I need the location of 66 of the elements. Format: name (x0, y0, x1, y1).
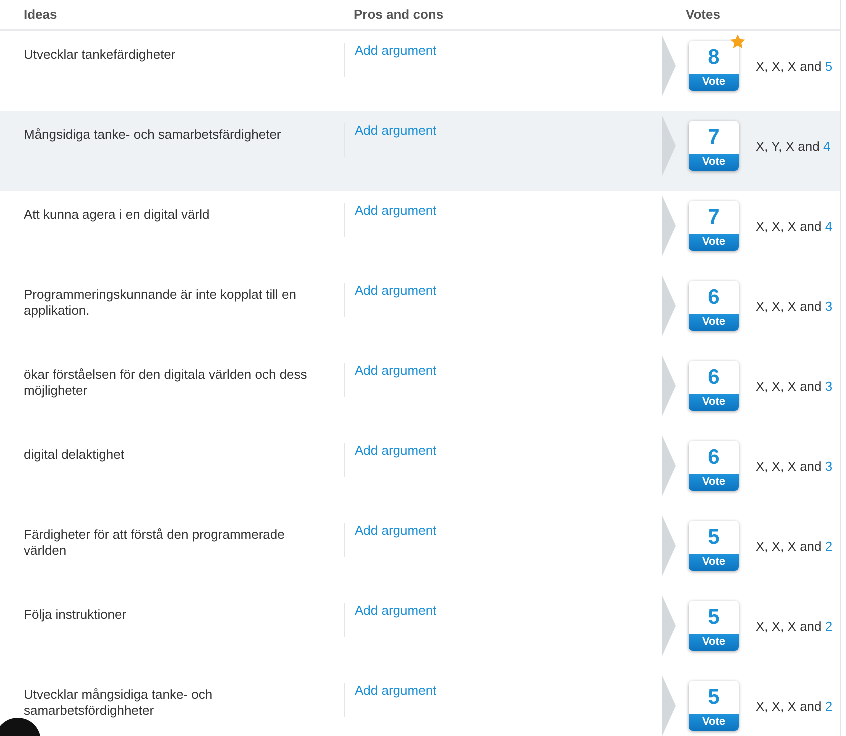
add-argument-link[interactable]: Add argument (355, 43, 437, 58)
idea-row[interactable]: digital delaktighet Add argument 6 Vote X, X, X and 3 (0, 431, 840, 511)
idea-text: Att kunna agera i en digital värld (24, 207, 210, 222)
idea-row[interactable]: Följa instruktioner Add argument 5 Vote X, X, X and 2 (0, 591, 840, 671)
add-argument-link[interactable]: Add argument (355, 283, 437, 298)
add-argument-link[interactable]: Add argument (355, 523, 437, 538)
idea-text: Programmeringskunnande är inte kopplat till en applikation. (24, 287, 296, 318)
chevron-icon (662, 195, 676, 257)
chevron-icon (662, 595, 676, 657)
more-voters-link[interactable]: 5 (825, 58, 833, 74)
idea-row[interactable]: Programmeringskunnande är inte kopplat till en applikation. Add argument 6 Vote X, X, X and 3 (0, 271, 840, 351)
voters-text: X, Y, X and (756, 138, 820, 154)
more-voters-link[interactable]: 2 (825, 618, 833, 634)
vote-button[interactable]: 5 Vote (689, 681, 739, 731)
idea-row[interactable]: Utvecklar mångsidiga tanke- och samarbetsfördighheter Add argument 5 Vote X, X, X and 2 (0, 671, 840, 736)
chevron-icon (662, 675, 676, 736)
add-argument-link[interactable]: Add argument (355, 683, 437, 698)
idea-text: Utvecklar mångsidiga tanke- och samarbetsfördighheter (24, 687, 213, 718)
idea-row[interactable]: Att kunna agera i en digital värld Add argument 7 Vote X, X, X and 4 (0, 191, 840, 271)
voters-text: X, X, X and (756, 458, 822, 474)
idea-row[interactable]: Utvecklar tankefärdigheter Add argument 8 Vote X, X, X and 5 (0, 31, 840, 111)
chevron-icon (662, 355, 676, 417)
voters-text: X, X, X and (756, 218, 822, 234)
idea-row[interactable]: Mångsidiga tanke- och samarbetsfärdigheter Add argument 7 Vote X, Y, X and 4 (0, 111, 840, 191)
more-voters-link[interactable]: 3 (825, 458, 833, 474)
chevron-icon (662, 115, 676, 177)
idea-row[interactable]: ökar förståelsen för den digitala världen och dess möjligheter Add argument 6 Vote X, X, X and 3 (0, 351, 840, 431)
idea-text: Utvecklar tankefärdigheter (24, 47, 176, 62)
add-argument-link[interactable]: Add argument (355, 443, 437, 458)
more-voters-link[interactable]: 2 (825, 538, 833, 554)
vote-button[interactable]: 7 Vote (689, 121, 739, 171)
voters-text: X, X, X and (756, 298, 822, 314)
more-voters-link[interactable]: 3 (825, 378, 833, 394)
idea-text: digital delaktighet (24, 447, 124, 462)
vote-button[interactable]: 8 Vote (689, 41, 739, 91)
add-argument-link[interactable]: Add argument (355, 363, 437, 378)
chevron-icon (662, 275, 676, 337)
more-voters-link[interactable]: 2 (825, 698, 833, 714)
vote-button[interactable]: 6 Vote (689, 281, 739, 331)
chevron-icon (662, 35, 676, 97)
column-header: Ideas (23, 7, 58, 22)
vote-button[interactable]: 5 Vote (689, 601, 739, 651)
idea-text: ökar förståelsen för den digitala världen och dess möjligheter (24, 367, 308, 398)
more-voters-link[interactable]: 4 (825, 218, 833, 234)
more-voters-link[interactable]: 3 (825, 298, 833, 314)
more-voters-link[interactable]: 4 (823, 138, 831, 154)
vote-button[interactable]: 5 Vote (689, 521, 739, 571)
add-argument-link[interactable]: Add argument (355, 203, 437, 218)
idea-text: Färdigheter för att förstå den programmerade världen (24, 527, 285, 558)
column-header: Votes (685, 7, 722, 22)
vote-button[interactable]: 6 Vote (689, 441, 739, 491)
idea-text: Mångsidiga tanke- och samarbetsfärdigheter (24, 127, 282, 142)
column-header: Pros and cons (353, 7, 445, 22)
vote-button[interactable]: 6 Vote (689, 361, 739, 411)
chevron-icon (662, 435, 676, 497)
vote-button[interactable]: 7 Vote (689, 201, 739, 251)
idea-text: Följa instruktioner (24, 607, 127, 622)
add-argument-link[interactable]: Add argument (355, 603, 437, 618)
voters-text: X, X, X and (756, 538, 822, 554)
idea-row[interactable]: Färdigheter för att förstå den programmerade världen Add argument 5 Vote X, X, X and 2 (0, 511, 840, 591)
add-argument-link[interactable]: Add argument (355, 123, 437, 138)
voters-text: X, X, X and (756, 378, 822, 394)
voters-text: X, X, X and (756, 618, 822, 634)
voters-text: X, X, X and (756, 698, 822, 714)
chevron-icon (662, 515, 676, 577)
voters-text: X, X, X and (756, 58, 822, 74)
